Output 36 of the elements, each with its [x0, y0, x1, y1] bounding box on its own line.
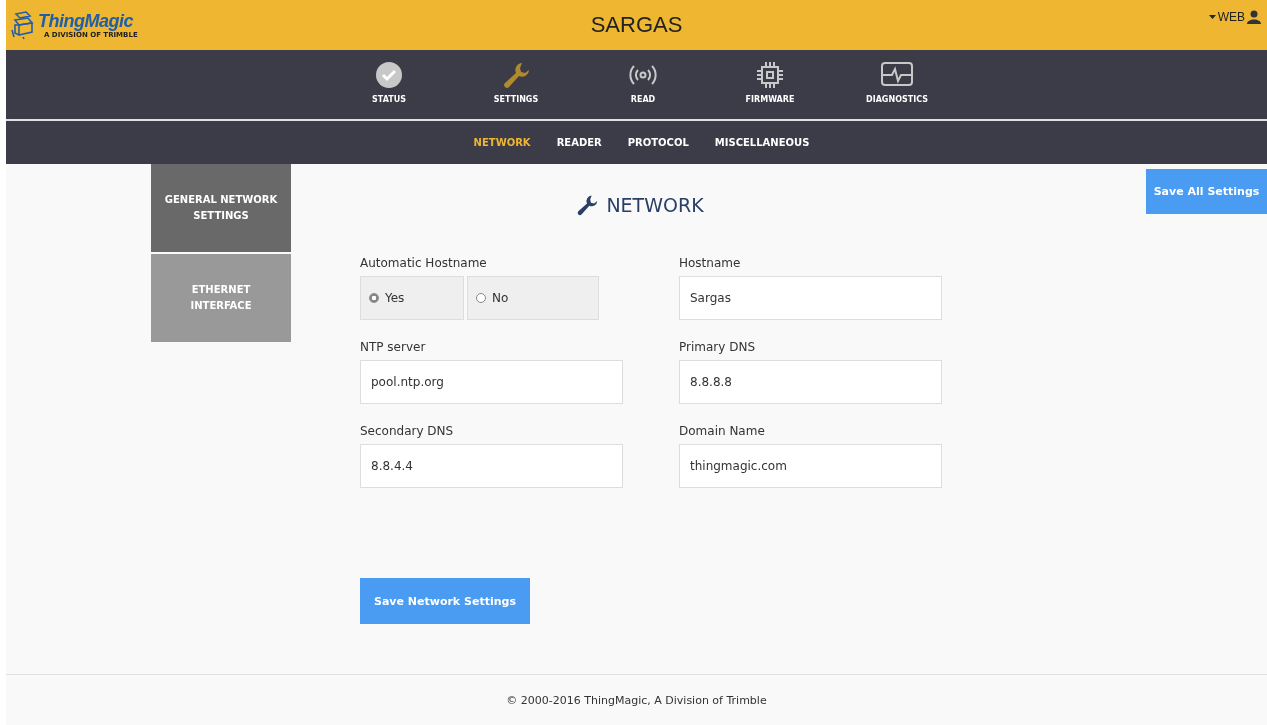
nav-tab[interactable]: FIRMWARE	[706, 46, 834, 119]
chip-icon	[756, 61, 784, 89]
field-label: Automatic Hostname	[360, 256, 488, 270]
check-circle-icon	[375, 61, 403, 89]
field-label: Hostname	[679, 256, 742, 270]
sub-nav-tab[interactable]: NETWORK	[473, 137, 531, 148]
nav-tab[interactable]: DIAGNOSTICS	[833, 46, 961, 119]
nav-tab[interactable]: STATUS	[325, 46, 453, 119]
user-menu[interactable]: WEB	[1208, 10, 1261, 24]
logo-icon	[10, 10, 36, 40]
input-field[interactable]: 8.8.8.8	[679, 360, 942, 404]
input-field[interactable]: Sargas	[679, 276, 942, 320]
input-field[interactable]: 8.8.4.4	[360, 444, 623, 488]
logo-name: ThingMagic	[38, 11, 133, 30]
app-title: SARGAS	[590, 12, 683, 38]
caret-icon	[1208, 15, 1216, 19]
nav-tab[interactable]: SETTINGS	[452, 46, 580, 119]
input-field[interactable]: thingmagic.com	[679, 444, 942, 488]
radio-option[interactable]: No	[467, 276, 599, 320]
wrench-icon	[502, 61, 530, 89]
sub-nav-tab[interactable]: PROTOCOL	[627, 137, 689, 148]
wrench-icon	[576, 194, 599, 216]
field-label: Primary DNS	[679, 340, 757, 354]
section-title: NETWORK	[606, 194, 704, 216]
input-field[interactable]: pool.ntp.org	[360, 360, 623, 404]
field-label: Domain Name	[679, 424, 766, 438]
nav-tab[interactable]: READ	[579, 46, 707, 119]
sidebar-item[interactable]: GENERAL NETWORK SETTINGS	[151, 164, 291, 252]
user-icon	[1247, 10, 1261, 24]
monitor-icon	[880, 61, 914, 89]
sub-nav-tab[interactable]: MISCELLANEOUS	[714, 137, 810, 148]
field-label: NTP server	[360, 340, 427, 354]
field-label: Secondary DNS	[360, 424, 455, 438]
footer-text: © 2000-2016 ThingMagic, A Division of Trimble	[505, 692, 768, 709]
sub-nav-tab[interactable]: READER	[556, 137, 602, 148]
radio-option[interactable]: Yes	[360, 276, 464, 320]
